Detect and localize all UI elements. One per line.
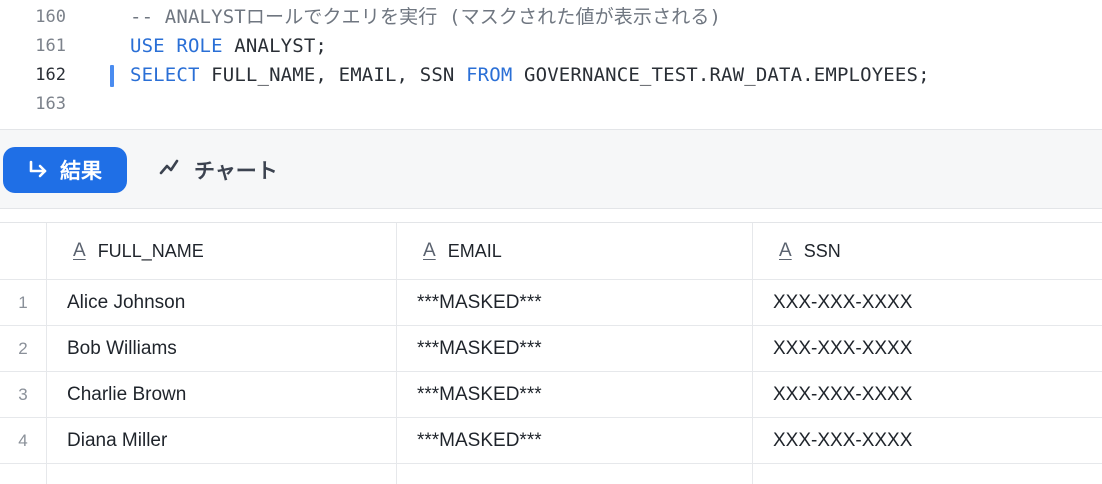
cell-full-name[interactable]: Charlie Brown: [46, 372, 396, 417]
cell-ssn[interactable]: XXX-XXX-XXXX: [752, 280, 1102, 325]
sql-keyword: SELECT: [130, 64, 200, 86]
sql-editor[interactable]: 160 -- ANALYSTロールでクエリを実行 (マスクされた値が表示される)…: [0, 0, 1102, 130]
results-toolbar: 結果 チャート: [0, 130, 1102, 209]
text-type-icon: A: [423, 240, 436, 261]
code-text: -- ANALYSTロールでクエリを実行 (マスクされた値が表示される): [130, 3, 721, 32]
line-number: 160: [35, 7, 66, 27]
text-type-icon: A: [779, 240, 792, 261]
cell-ssn: [752, 464, 1102, 484]
row-index-header: [0, 223, 46, 279]
table-row[interactable]: 1 Alice Johnson ***MASKED*** XXX-XXX-XXX…: [0, 280, 1102, 326]
row-index: 2: [18, 338, 28, 358]
sql-keyword: USE ROLE: [130, 35, 223, 57]
return-arrow-icon: [28, 160, 50, 180]
results-tab-button[interactable]: 結果: [3, 147, 127, 193]
cell-email[interactable]: ***MASKED***: [396, 418, 752, 463]
cell-email: [396, 464, 752, 484]
table-row[interactable]: 2 Bob Williams ***MASKED*** XXX-XXX-XXXX: [0, 326, 1102, 372]
table-row-partial: [0, 464, 1102, 484]
table-header-row: A FULL_NAME A EMAIL A SSN: [0, 223, 1102, 280]
line-number: 161: [35, 36, 66, 56]
cell-email[interactable]: ***MASKED***: [396, 280, 752, 325]
column-header-ssn[interactable]: A SSN: [752, 223, 1102, 279]
results-grid: A FULL_NAME A EMAIL A SSN 1 Alice Johnso…: [0, 222, 1102, 484]
row-index: 4: [18, 430, 28, 450]
code-text: SELECT FULL_NAME, EMAIL, SSN FROM GOVERN…: [130, 61, 930, 90]
cell-full-name[interactable]: Alice Johnson: [46, 280, 396, 325]
table-row[interactable]: 3 Charlie Brown ***MASKED*** XXX-XXX-XXX…: [0, 372, 1102, 418]
line-number: 163: [35, 94, 66, 114]
code-line-162[interactable]: 162 SELECT FULL_NAME, EMAIL, SSN FROM GO…: [0, 61, 1102, 90]
results-tab-label: 結果: [60, 160, 102, 183]
sql-text: ANALYST;: [222, 35, 328, 57]
column-name: SSN: [803, 240, 841, 261]
row-index: [0, 464, 46, 484]
sql-text: GOVERNANCE_TEST.RAW_DATA.EMPLOYEES;: [512, 64, 930, 86]
code-text: USE ROLE ANALYST;: [130, 32, 327, 61]
cell-full-name[interactable]: Diana Miller: [46, 418, 396, 463]
sql-keyword: FROM: [466, 64, 513, 86]
column-header-email[interactable]: A EMAIL: [396, 223, 752, 279]
sql-text: FULL_NAME, EMAIL, SSN: [199, 64, 467, 86]
chart-tab-button[interactable]: チャート: [158, 147, 278, 193]
cell-full-name[interactable]: Bob Williams: [46, 326, 396, 371]
table-row[interactable]: 4 Diana Miller ***MASKED*** XXX-XXX-XXXX: [0, 418, 1102, 464]
code-line-161[interactable]: 161 USE ROLE ANALYST;: [0, 32, 1102, 61]
column-header-full-name[interactable]: A FULL_NAME: [46, 223, 396, 279]
chart-tab-label: チャート: [194, 160, 278, 183]
row-index: 1: [18, 292, 28, 312]
sql-comment: -- ANALYSTロールでクエリを実行 (マスクされた値が表示される): [130, 6, 722, 28]
code-line-163[interactable]: 163: [0, 90, 1102, 119]
cell-ssn[interactable]: XXX-XXX-XXXX: [752, 372, 1102, 417]
code-line-160[interactable]: 160 -- ANALYSTロールでクエリを実行 (マスクされた値が表示される): [0, 3, 1102, 32]
column-name: FULL_NAME: [97, 240, 204, 261]
cell-email[interactable]: ***MASKED***: [396, 372, 752, 417]
line-chart-icon: [158, 157, 180, 183]
cell-ssn[interactable]: XXX-XXX-XXXX: [752, 418, 1102, 463]
column-name: EMAIL: [447, 240, 502, 261]
line-number: 162: [35, 65, 66, 85]
cell-full-name: [46, 464, 396, 484]
active-line-marker: [110, 65, 114, 87]
cell-email[interactable]: ***MASKED***: [396, 326, 752, 371]
cell-ssn[interactable]: XXX-XXX-XXXX: [752, 326, 1102, 371]
row-index: 3: [18, 384, 28, 404]
text-type-icon: A: [73, 240, 86, 261]
